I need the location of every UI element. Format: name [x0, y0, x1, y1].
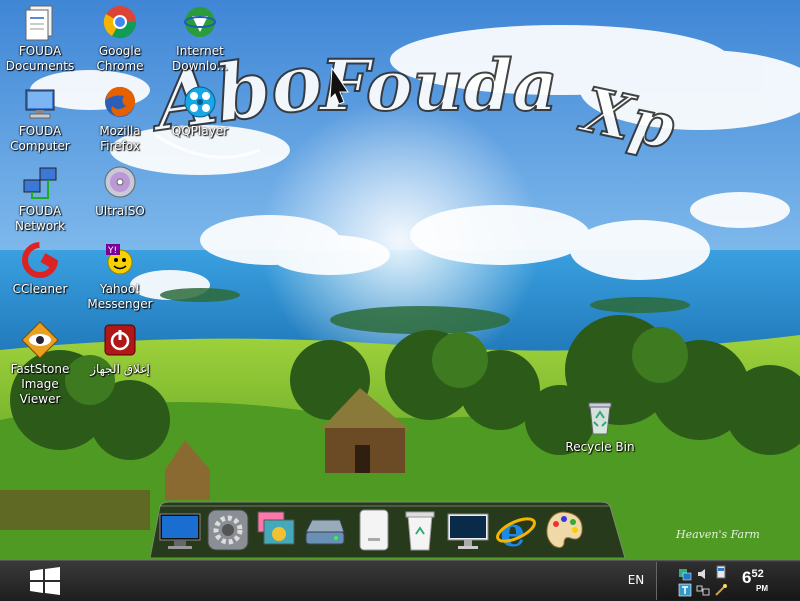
settings-gear-icon	[207, 509, 249, 551]
svg-text:Xp: Xp	[573, 72, 682, 163]
language-indicator[interactable]: EN	[620, 570, 652, 590]
network-status-icon[interactable]	[678, 566, 692, 581]
desktop-icon-internet-download-manager[interactable]: Internet Downlo...	[160, 2, 240, 74]
desktop-icon-faststone[interactable]: FastStone Image Viewer	[0, 320, 80, 407]
windows-logo-icon	[30, 567, 60, 595]
desktop-icon-qqplayer[interactable]: QQPlayer	[160, 82, 240, 139]
desktop-icon-label: FOUDA Documents	[5, 44, 75, 73]
ccleaner-icon	[20, 240, 60, 280]
desktop-icon-fouda-computer[interactable]: FOUDA Computer	[0, 82, 80, 154]
desktop-icon-label: Mozilla Firefox	[99, 124, 141, 153]
desktop-icon-label: Recycle Bin	[565, 440, 635, 454]
shutdown-icon	[100, 320, 140, 360]
desktop-icon-label: إغلاق الجهاز	[90, 362, 150, 376]
internet-explorer-icon: e	[496, 509, 536, 556]
desktop-icon-label: CCleaner	[12, 282, 68, 296]
desktop-icon-label: Google Chrome	[96, 44, 144, 73]
clock[interactable]: 652 PM	[742, 568, 768, 593]
desktop-icon-fouda-documents[interactable]: FOUDA Documents	[0, 2, 80, 74]
clock-minute: 52	[751, 568, 764, 580]
desktop-icon-label: QQPlayer	[171, 124, 229, 138]
faststone-icon	[20, 320, 60, 360]
desktop-icon-ccleaner[interactable]: CCleaner	[0, 240, 80, 297]
firefox-icon	[100, 82, 140, 122]
desktop-icon-google-chrome[interactable]: Google Chrome	[80, 2, 160, 74]
desktop-icon-mozilla-firefox[interactable]: Mozilla Firefox	[80, 82, 160, 154]
dock-item-paint[interactable]	[542, 508, 586, 552]
yahoo-messenger-icon: Y!	[100, 240, 140, 280]
desktop-icon-label: Internet Downlo...	[172, 44, 228, 73]
computer-icon	[20, 82, 60, 122]
dock-item-drive[interactable]	[302, 508, 346, 552]
desktop-icon-label: FastStone Image Viewer	[10, 362, 70, 406]
power-icon[interactable]	[714, 564, 728, 579]
documents-icon	[20, 2, 60, 42]
dock-item-photos[interactable]	[254, 508, 298, 552]
drive-icon	[305, 519, 345, 545]
desktop-icon-label: Yahoo! Messenger	[87, 282, 153, 311]
svg-text:e: e	[500, 509, 525, 552]
svg-text:Y!: Y!	[107, 246, 117, 256]
desktop-icon-ultraiso[interactable]: UltraISO	[80, 162, 160, 219]
photo-stack-icon	[257, 511, 295, 545]
paint-palette-icon	[546, 511, 583, 549]
display-icon	[447, 513, 489, 549]
network-icon	[20, 162, 60, 202]
desktop-icon-fouda-network[interactable]: FOUDA Network	[0, 162, 80, 234]
qqplayer-icon	[180, 82, 220, 122]
notes-icon[interactable]	[678, 582, 692, 597]
desktop-icon-shutdown[interactable]: إغلاق الجهاز	[80, 320, 160, 377]
monitor-icon	[159, 513, 201, 549]
action-center-icon[interactable]	[696, 582, 710, 596]
desktop-icon-label: UltraISO	[95, 204, 145, 218]
dock-item-display[interactable]	[446, 508, 490, 552]
desktop-icon-label: FOUDA Computer	[10, 124, 70, 153]
recycle-bin-icon	[580, 398, 620, 438]
trash-can-icon	[405, 511, 435, 551]
chrome-icon	[100, 2, 140, 42]
dock-item-monitor[interactable]	[158, 508, 202, 552]
desktop: Heaven's Farm Abo Fouda Xp FOUDA Documen…	[0, 0, 800, 560]
wand-icon[interactable]	[714, 582, 728, 596]
idm-icon	[180, 2, 220, 42]
desktop-icon-label: FOUDA Network	[14, 204, 66, 233]
clock-ampm: PM	[756, 584, 768, 593]
dock-item-internet-explorer[interactable]: e	[494, 508, 538, 556]
desktop-icon-recycle-bin[interactable]: Recycle Bin	[560, 398, 640, 455]
dock-item-external-drive[interactable]	[352, 508, 396, 552]
dock-item-trash[interactable]	[398, 508, 442, 552]
external-drive-icon	[359, 509, 389, 551]
wallpaper-signature: Heaven's Farm	[675, 528, 760, 541]
dock-item-settings[interactable]	[206, 508, 250, 552]
svg-text:Fouda: Fouda	[318, 44, 558, 127]
desktop-icon-yahoo-messenger[interactable]: Y! Yahoo! Messenger	[80, 240, 160, 312]
start-button[interactable]	[28, 567, 62, 595]
volume-icon[interactable]	[696, 566, 710, 580]
ultraiso-icon	[100, 162, 140, 202]
